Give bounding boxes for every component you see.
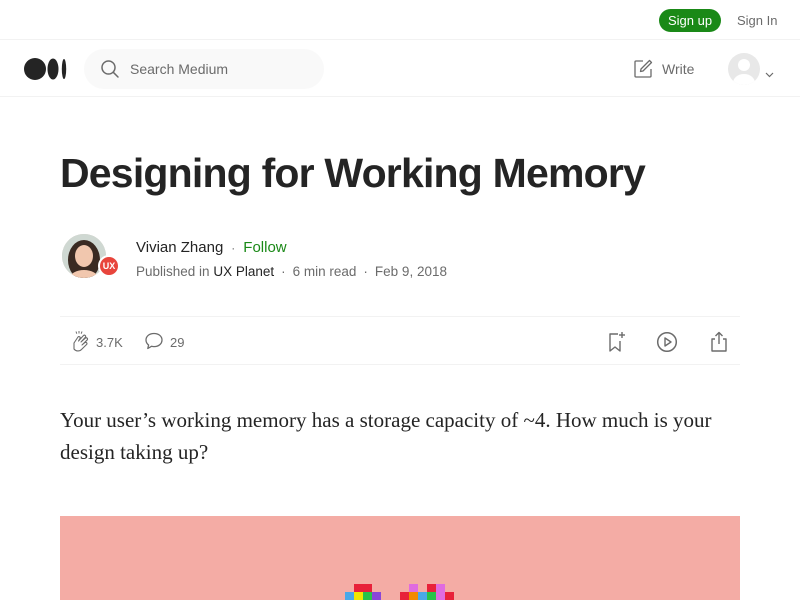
clap-icon[interactable] xyxy=(68,330,92,359)
write-button[interactable]: Write xyxy=(632,58,694,85)
chevron-down-icon xyxy=(765,65,774,83)
user-avatar-icon xyxy=(728,53,760,85)
article-subtitle: Your user’s working memory has a storage… xyxy=(60,408,712,464)
pixel-art-graphic xyxy=(345,584,454,600)
author-name[interactable]: Vivian Zhang xyxy=(136,239,223,256)
top-bar: Sign up Sign In xyxy=(0,0,800,40)
publication-badge[interactable]: UX xyxy=(98,255,120,277)
hero-image xyxy=(60,516,740,600)
sign-in-link[interactable]: Sign In xyxy=(737,13,777,28)
article-action-bar: 3.7K 29 xyxy=(60,316,740,365)
follow-button[interactable]: Follow xyxy=(243,239,286,256)
site-header: Write xyxy=(0,40,800,97)
publication-link[interactable]: UX Planet xyxy=(213,264,274,279)
sign-up-button[interactable]: Sign up xyxy=(659,9,721,32)
bookmark-add-icon[interactable] xyxy=(604,330,628,359)
clap-count: 3.7K xyxy=(96,335,123,350)
article-title: Designing for Working Memory xyxy=(60,150,646,196)
published-in-label: Published in xyxy=(136,264,210,279)
publish-date: Feb 9, 2018 xyxy=(374,264,447,279)
separator-dot: · xyxy=(231,241,236,255)
publication-meta: Published in UX Planet · 6 min read · Feb 9,… xyxy=(136,264,447,279)
search-input[interactable] xyxy=(130,59,310,79)
separator-dot: · xyxy=(281,264,286,279)
read-time: 6 min read xyxy=(292,264,357,279)
play-circle-icon[interactable] xyxy=(656,331,678,358)
comment-count: 29 xyxy=(170,335,185,350)
share-icon[interactable] xyxy=(708,330,730,359)
search-icon xyxy=(100,59,120,84)
comment-icon[interactable] xyxy=(144,331,164,356)
author-line: Vivian Zhang · Follow xyxy=(136,239,287,256)
separator-dot: · xyxy=(363,264,368,279)
medium-logo-icon[interactable] xyxy=(24,58,68,85)
pencil-square-icon xyxy=(632,59,654,84)
write-label: Write xyxy=(662,61,695,77)
search-bar[interactable] xyxy=(84,49,324,89)
